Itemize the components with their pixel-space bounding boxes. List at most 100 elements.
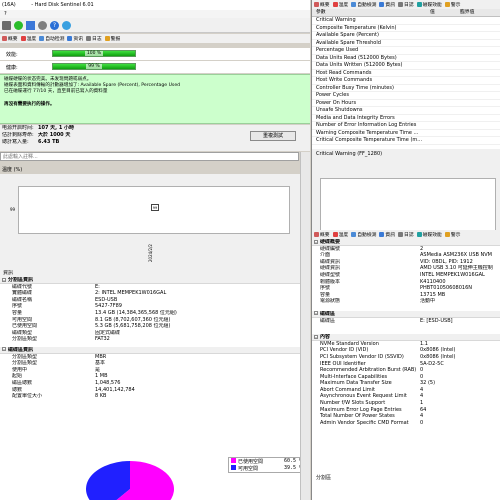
table-row[interactable]: 容量 13715 MB [312,292,500,299]
smart-row[interactable]: Power Cycles [312,92,500,100]
table-row[interactable]: Multi-Interface Capabilities 0 [312,374,500,381]
settings-icon[interactable] [38,20,47,30]
toolbar-tab[interactable]: 温度 [332,231,348,238]
table-row[interactable]: PCI Subsystem Vendor ID (SSVID) 0x8086 (I… [312,354,500,361]
tab-temperature[interactable]: 温度 [20,35,36,42]
table-row[interactable]: 磁碟名稱 ESD-USB [0,297,310,304]
smart-row[interactable]: Warning Composite Temperature Time ... [312,129,500,137]
table-row[interactable]: PCI Vendor ID (VID) 0x8086 (Intel) [312,347,500,354]
table-row[interactable]: Abort Command Limit 4 [312,387,500,394]
table-row[interactable]: 硬碟編號 2 [312,246,500,253]
col-value[interactable]: 值 [430,9,435,17]
table-row[interactable]: 硬碟型號 INTEL MEMPEK1W016GAL [312,272,500,279]
smart-row[interactable]: Available Spare (Percent) [312,32,500,40]
table-row[interactable]: 磁碟資訊 VID: 0BDL, PID: 1912 [312,259,500,266]
info-icon[interactable] [62,20,71,30]
smart-row[interactable]: Composite Temperature (Kelvin) [312,25,500,32]
toolbar-tab[interactable]: 磁碟效能 [416,231,442,238]
table-row[interactable]: 電源狀態 活動中 [312,298,500,305]
table-row[interactable]: 已使用空間 5.3 GB (5,681,758,208 位元組) [0,323,310,330]
tab-overview[interactable]: 概要 [2,35,18,42]
toolbar-tab[interactable]: 警示 [444,1,460,8]
table-row[interactable]: 分割區類型 FAT32 [0,336,310,343]
toolbar-tab[interactable]: 概要 [314,1,330,8]
tab-selftest[interactable]: 自动检测 [39,35,64,42]
table-row[interactable]: 分割區類型 基本 [0,360,310,367]
table-row[interactable]: IEEE OUI Identifier 5A-D2-5C [312,361,500,368]
toolbar-tab[interactable]: 自動檢測 [351,231,376,238]
partition-section[interactable]: - 分割區資訊 [0,277,310,284]
table-row[interactable]: Maximum Data Transfer Size 32 (5) [312,380,500,387]
smart-row[interactable]: Host Read Commands [312,70,500,77]
collapse-icon[interactable]: - [314,239,318,244]
features-section[interactable]: - 內容 [312,334,500,341]
table-row[interactable]: 磁碟區 E: [ESD-USB] [312,318,500,325]
table-row[interactable]: 硬碟資訊 AMD USB 3.10 可延伸主機控制 [312,265,500,272]
smart-row[interactable]: Available Spare Threshold [312,40,500,47]
smart-row[interactable]: Power On Hours [312,100,500,107]
toolbar-tab[interactable]: 資訊 [379,231,395,238]
refresh-icon[interactable] [14,20,23,30]
table-row[interactable]: Admin Vendor Specific CMD Format 0 [312,420,500,427]
collapse-icon[interactable]: - [314,334,318,339]
collapse-icon[interactable]: - [2,347,6,352]
table-row[interactable]: 容量 13.4 GB (14,384,365,568 位元組) [0,310,310,317]
comment-input[interactable] [0,152,299,161]
toolbar-tab[interactable]: 日誌 [398,1,414,8]
table-row[interactable]: 可用空間 8.1 GB (8,702,607,360 位元組) [0,317,310,324]
summary-section[interactable]: - 硬碟概要 [312,239,500,246]
tab-alerts[interactable]: 警报 [104,35,120,42]
smart-row[interactable]: Critical Composite Temperature Time (m..… [312,137,500,145]
menu-help[interactable]: ? [4,11,7,17]
table-row[interactable]: Number f/W Slots Support 1 [312,400,500,407]
smart-row[interactable]: Controller Busy Time (minutes) [312,85,500,92]
smart-row[interactable]: Unsafe Shutdowns [312,107,500,115]
smart-row[interactable]: Data Units Written (512000 Bytes) [312,62,500,70]
toolbar-tab[interactable]: 磁碟效能 [416,1,442,8]
toolbar-tab[interactable]: 日誌 [398,231,414,238]
table-row[interactable]: 序號 PHBT01050608016N [312,285,500,292]
table-row[interactable]: 介面 ASMedia ASM236X USB NVM [312,252,500,259]
table-row[interactable]: Total Number Of Power States 4 [312,413,500,420]
toolbar-tab[interactable]: 資訊 [379,1,395,8]
table-row[interactable]: 總數 14,401,142,784 [0,387,310,394]
table-row[interactable]: 使用中 是 [0,367,310,374]
table-row[interactable]: 磁碟類型 固定式磁碟 [0,330,310,337]
report-icon[interactable] [26,20,35,30]
smart-row[interactable]: Number of Error Information Log Entries [312,122,500,130]
disk-icon[interactable] [2,20,11,30]
collapse-icon[interactable]: - [314,311,318,316]
col-threshold[interactable]: 臨界值 [460,9,474,17]
table-row[interactable]: 分割區類型 MBR [0,354,310,361]
geometry-section[interactable]: - 磁碟區資訊 [0,346,310,354]
smart-attribute-name: Warning Composite Temperature Time ... [316,129,419,136]
table-row[interactable]: 磁碟代號 E: [0,284,310,291]
left-scrollbar[interactable] [300,152,310,500]
table-row[interactable]: NVMe Standard Version 1.1 [312,341,500,348]
toolbar-tab[interactable]: 概要 [314,231,330,238]
table-row[interactable]: 起始 1 MB [0,373,310,380]
collapse-icon[interactable]: - [2,277,6,282]
volume-section[interactable]: - 磁碟區 [312,310,500,318]
help-icon[interactable]: ? [50,20,59,30]
table-row[interactable]: 韌體版本 K4110400 [312,279,500,286]
smart-row[interactable]: Critical Warning [312,17,500,25]
toolbar-tab[interactable]: 自動檢測 [351,1,376,8]
smart-row[interactable]: Media and Data Integrity Errors [312,115,500,122]
tab-info[interactable]: 资讯 [67,35,83,42]
tab-log[interactable]: 日志 [86,35,102,42]
col-parameter[interactable]: 參數 [316,9,326,17]
table-row[interactable]: Maximum Error Log Page Entries 64 [312,407,500,414]
smart-row[interactable]: Percentage Used [312,47,500,55]
table-row[interactable]: 序號 5427-7F89 [0,303,310,310]
smart-row[interactable]: Host Write Commands [312,77,500,85]
toolbar-tab[interactable]: 温度 [332,1,348,8]
toolbar-tab[interactable]: 警示 [444,231,460,238]
smart-row[interactable]: Data Units Read (512000 Bytes) [312,55,500,62]
table-row[interactable]: 配置單位大小 8 KB [0,393,310,400]
table-row[interactable]: 磁區總數 1,048,576 [0,380,310,387]
table-row[interactable]: Recommended Arbitration Burst (RAB) 0 [312,367,500,374]
table-row[interactable]: 實體磁碟 2: INTEL MEMPEK1W016GAL [0,290,310,297]
table-row[interactable]: Asynchronous Event Request Limit 4 [312,393,500,400]
repeat-test-button[interactable]: 重複測試 [250,131,296,141]
